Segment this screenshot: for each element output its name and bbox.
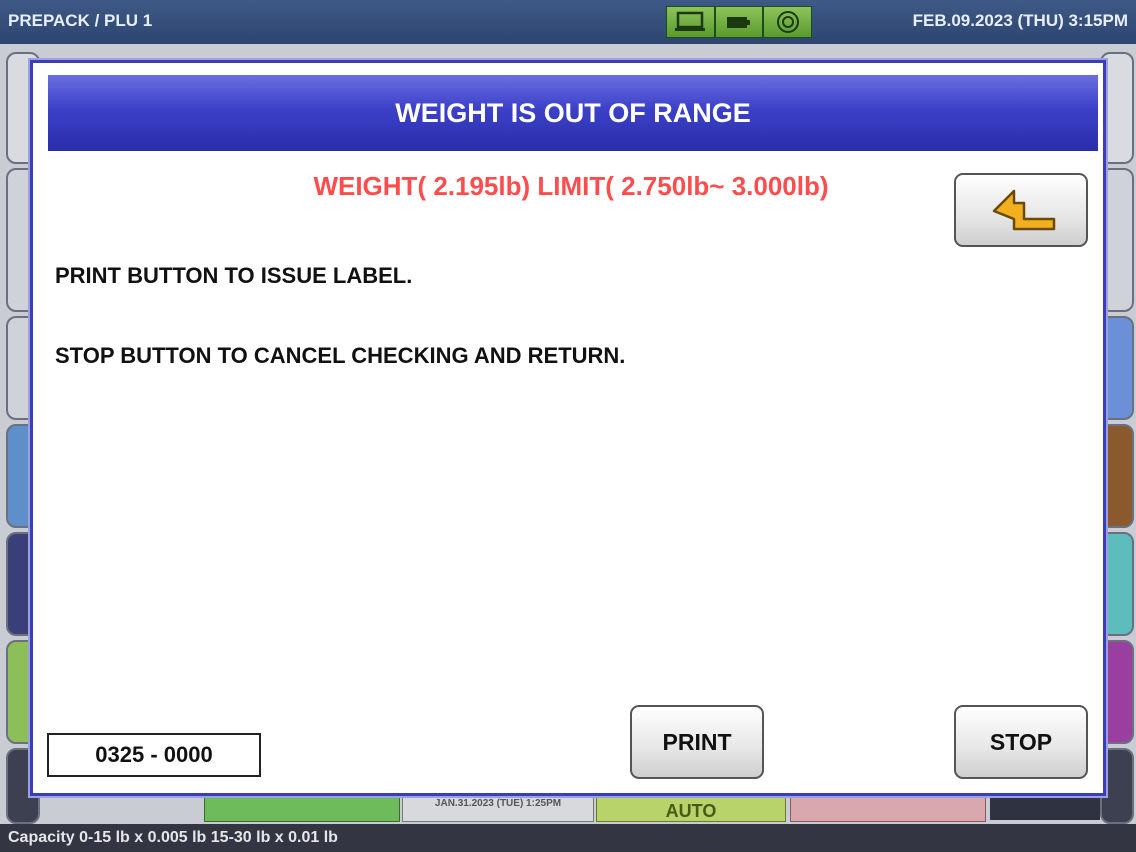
- bg-auto-indicator: AUTO: [596, 796, 786, 822]
- return-arrow-icon: [992, 189, 1056, 231]
- status-bar: PREPACK / PLU 1 FEB.09.2023 (THU) 3:15PM: [0, 0, 1136, 44]
- mode-title: PREPACK / PLU 1: [8, 11, 153, 30]
- stop-instruction: STOP BUTTON TO CANCEL CHECKING AND RETUR…: [55, 343, 626, 368]
- out-of-range-dialog: WEIGHT IS OUT OF RANGE WEIGHT( 2.195lb) …: [30, 60, 1106, 796]
- print-instruction: PRINT BUTTON TO ISSUE LABEL.: [55, 263, 413, 288]
- back-button[interactable]: [954, 173, 1088, 247]
- bg-pink-strip: [790, 796, 986, 822]
- capacity-text: Capacity 0-15 lb x 0.005 lb 15-30 lb x 0…: [8, 829, 338, 846]
- dialog-title: WEIGHT IS OUT OF RANGE: [48, 75, 1098, 151]
- print-button[interactable]: PRINT: [630, 705, 764, 779]
- network-icon: [763, 6, 813, 38]
- code-display: 0325 - 0000: [47, 733, 261, 777]
- bg-green-strip: [204, 796, 400, 822]
- weight-limit-text: WEIGHT( 2.195lb) LIMIT( 2.750lb~ 3.000lb…: [313, 171, 829, 201]
- status-icons: [666, 6, 813, 38]
- bg-print-datetime: JAN.31.2023 (TUE) 1:25PM: [402, 796, 594, 822]
- battery-icon: [714, 6, 764, 38]
- bg-dark-strip: [990, 796, 1100, 820]
- stop-button[interactable]: STOP: [954, 705, 1088, 779]
- capacity-bar: Capacity 0-15 lb x 0.005 lb 15-30 lb x 0…: [0, 824, 1136, 852]
- monitor-icon: [666, 6, 715, 38]
- datetime: FEB.09.2023 (THU) 3:15PM: [912, 11, 1128, 30]
